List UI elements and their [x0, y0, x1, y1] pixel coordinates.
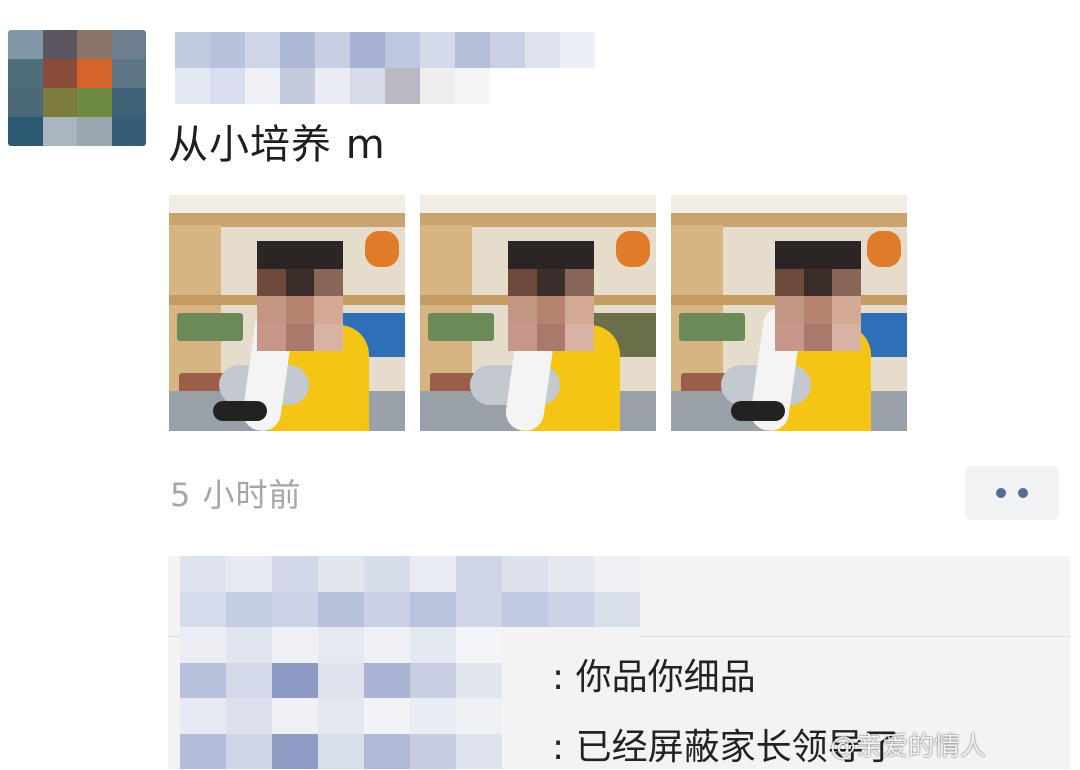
blurred-face	[508, 241, 594, 351]
dot-icon	[996, 488, 1006, 498]
classroom-photo-1[interactable]	[169, 195, 405, 431]
dot-icon	[1018, 488, 1028, 498]
comment-1: : 你品你细品	[552, 657, 756, 698]
post-text: 从小培养 m	[168, 122, 386, 168]
classroom-photo-2[interactable]	[420, 195, 656, 431]
username-blurred[interactable]	[175, 32, 595, 104]
blurred-face	[775, 241, 861, 351]
post-timestamp: 5 小时前	[170, 476, 302, 514]
avatar[interactable]	[8, 30, 146, 146]
watermark: @亲爱的情人	[830, 732, 987, 762]
more-options-button[interactable]	[965, 466, 1059, 520]
blurred-face	[257, 241, 343, 351]
classroom-photo-3[interactable]	[671, 195, 907, 431]
